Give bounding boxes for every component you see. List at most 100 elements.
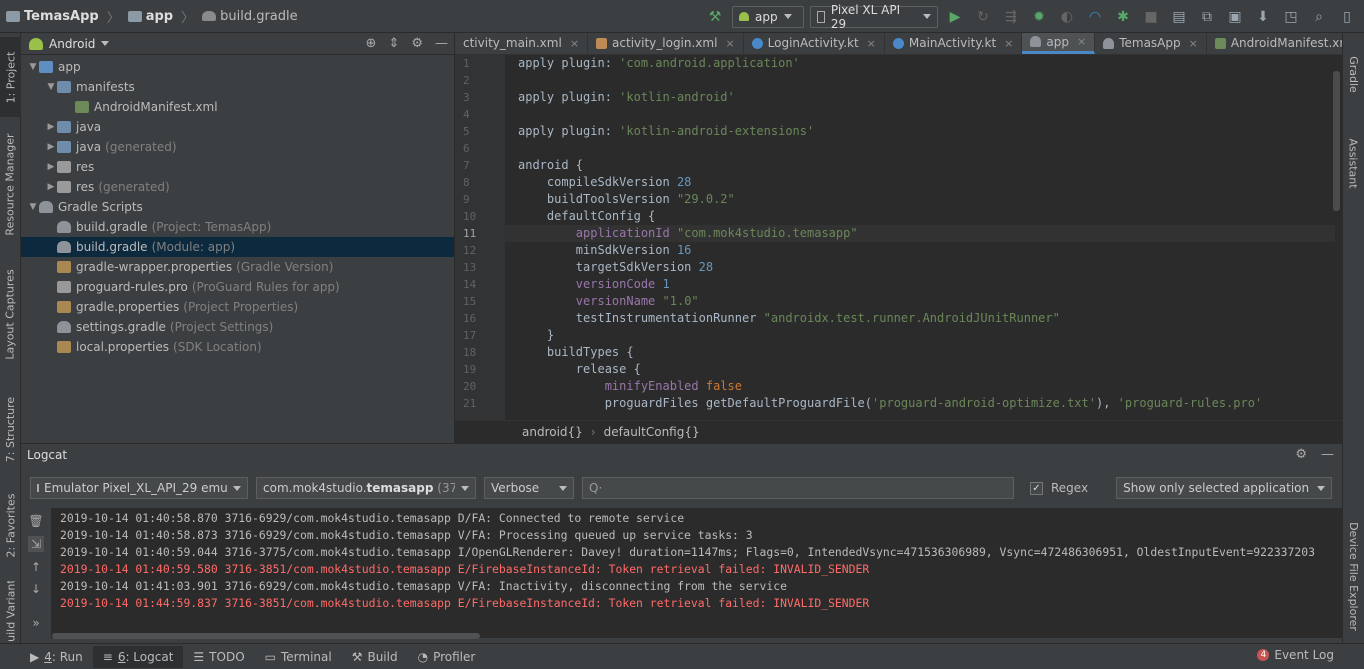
close-icon[interactable]: ×: [1077, 35, 1086, 48]
code-line[interactable]: [505, 106, 1335, 123]
chevron-down-icon[interactable]: ▼: [27, 202, 39, 212]
editor-crumb-default-config[interactable]: defaultConfig{}: [604, 425, 700, 439]
project-structure-icon[interactable]: ▤: [1168, 6, 1190, 28]
tree-item[interactable]: ▶ java (generated): [21, 137, 454, 157]
debug-icon[interactable]: ✹: [1028, 6, 1050, 28]
code-line[interactable]: versionCode 1: [505, 276, 1335, 293]
editor-scrollbar[interactable]: [1333, 71, 1340, 211]
close-icon[interactable]: ×: [570, 37, 579, 50]
tree-item[interactable]: gradle.properties (Project Properties): [21, 297, 454, 317]
tree-item[interactable]: build.gradle (Module: app): [21, 237, 454, 257]
tool-tab-device-file-explorer[interactable]: Device File Explorer: [1343, 511, 1364, 641]
project-view-select[interactable]: Android: [49, 37, 95, 51]
hide-icon[interactable]: —: [435, 36, 448, 51]
tree-item[interactable]: ▼ manifests: [21, 77, 454, 97]
code-line[interactable]: defaultConfig {: [505, 208, 1335, 225]
profile-icon[interactable]: ◠: [1084, 6, 1106, 28]
code-line[interactable]: buildTypes {: [505, 344, 1335, 361]
log-line[interactable]: 2019-10-14 01:44:59.837 3716-3851/com.mo…: [51, 595, 1342, 612]
code-line[interactable]: [505, 72, 1335, 89]
close-icon[interactable]: ×: [725, 37, 734, 50]
chevron-right-icon[interactable]: ▶: [45, 142, 57, 152]
log-line[interactable]: 2019-10-14 01:40:59.580 3716-3851/com.mo…: [51, 561, 1342, 578]
bottom-tab[interactable]: ≡ 6: Logcat: [92, 645, 184, 668]
apply-changes-icon[interactable]: ↻: [972, 6, 994, 28]
chevron-down-icon[interactable]: ▼: [45, 82, 57, 92]
search-icon[interactable]: ⌕: [1308, 6, 1330, 28]
run-config-select[interactable]: app: [732, 5, 804, 28]
code-line[interactable]: apply plugin: 'kotlin-android-extensions…: [505, 123, 1335, 140]
code-area[interactable]: apply plugin: 'com.android.application' …: [505, 55, 1335, 420]
log-line[interactable]: 2019-10-14 01:40:59.044 3716-3775/com.mo…: [51, 544, 1342, 561]
editor-tab[interactable]: app ×: [1022, 33, 1096, 54]
tool-tab-build-variants[interactable]: Build Variants: [0, 581, 21, 641]
layout-inspector-icon[interactable]: ◳: [1280, 6, 1302, 28]
editor-tab[interactable]: MainActivity.kt ×: [885, 33, 1023, 54]
chevron-down-icon[interactable]: [101, 41, 110, 46]
bottom-tab[interactable]: ▶ 4: Run: [20, 646, 93, 668]
code-line[interactable]: apply plugin: 'kotlin-android': [505, 89, 1335, 106]
gear-icon[interactable]: ⚙: [1295, 447, 1307, 462]
tool-tab-favorites[interactable]: 2: Favorites: [0, 485, 21, 565]
trash-icon[interactable]: 🗑: [28, 514, 43, 528]
locate-icon[interactable]: ⊕: [366, 36, 377, 51]
device-manager-icon[interactable]: ▯: [1336, 6, 1358, 28]
close-icon[interactable]: ×: [1189, 37, 1198, 50]
tool-tab-resource-manager[interactable]: Resource Manager: [0, 125, 21, 243]
code-line[interactable]: proguardFiles getDefaultProguardFile('pr…: [505, 395, 1335, 412]
tree-item[interactable]: local.properties (SDK Location): [21, 337, 454, 357]
logcat-horizontal-scrollbar[interactable]: [52, 633, 480, 639]
chevron-down-icon[interactable]: ▼: [27, 62, 39, 72]
breadcrumb-project[interactable]: TemasApp: [24, 9, 99, 24]
chevron-right-icon[interactable]: ▶: [45, 122, 57, 132]
tree-item[interactable]: gradle-wrapper.properties (Gradle Version…: [21, 257, 454, 277]
attach-process-icon[interactable]: ✱: [1112, 6, 1134, 28]
stop-icon[interactable]: ■: [1140, 6, 1162, 28]
code-line[interactable]: [505, 140, 1335, 157]
tree-item[interactable]: proguard-rules.pro (ProGuard Rules for ap…: [21, 277, 454, 297]
close-icon[interactable]: ×: [1004, 37, 1013, 50]
code-line[interactable]: testInstrumentationRunner "androidx.test…: [505, 310, 1335, 327]
code-line[interactable]: android {: [505, 157, 1335, 174]
code-line[interactable]: compileSdkVersion 28: [505, 174, 1335, 191]
breadcrumb-module[interactable]: app: [146, 9, 173, 24]
logcat-search-input[interactable]: Q·: [582, 477, 1014, 499]
attach-debugger-icon[interactable]: ◐: [1056, 6, 1078, 28]
hide-icon[interactable]: —: [1321, 447, 1334, 462]
regex-checkbox[interactable]: ✓: [1030, 481, 1043, 495]
avd-manager-icon[interactable]: ▣: [1224, 6, 1246, 28]
tree-item[interactable]: ▼ Gradle Scripts: [21, 197, 454, 217]
code-line[interactable]: targetSdkVersion 28: [505, 259, 1335, 276]
chevron-right-icon[interactable]: ▶: [45, 182, 57, 192]
tool-tab-project[interactable]: 1: Project: [0, 37, 21, 117]
sync-gradle-icon[interactable]: ⧉: [1196, 6, 1218, 28]
sdk-manager-icon[interactable]: ⬇: [1252, 6, 1274, 28]
tree-item[interactable]: AndroidManifest.xml: [21, 97, 454, 117]
chevron-right-icon[interactable]: ▶: [45, 162, 57, 172]
log-line[interactable]: 2019-10-14 01:40:58.870 3716-6929/com.mo…: [51, 510, 1342, 527]
bottom-tab[interactable]: ◔ Profiler: [408, 646, 486, 668]
up-arrow-icon[interactable]: ↑: [31, 560, 41, 574]
log-line[interactable]: 2019-10-14 01:40:58.873 3716-6929/com.mo…: [51, 527, 1342, 544]
bottom-tab[interactable]: ⚒ Build: [342, 646, 408, 668]
collapse-all-icon[interactable]: ⇕: [388, 36, 399, 51]
tool-tab-assistant[interactable]: Assistant: [1343, 123, 1364, 203]
scroll-to-end-icon[interactable]: ⇲: [27, 536, 45, 552]
tree-item[interactable]: ▶ java: [21, 117, 454, 137]
gear-icon[interactable]: ⚙: [411, 36, 423, 51]
log-level-select[interactable]: Verbose: [484, 477, 574, 499]
code-line[interactable]: apply plugin: 'com.android.application': [505, 55, 1335, 72]
device-select[interactable]: Emulator Pixel_XL_API_29 emula: [30, 477, 248, 499]
apply-code-changes-icon[interactable]: ⇶: [1000, 6, 1022, 28]
tree-item[interactable]: build.gradle (Project: TemasApp): [21, 217, 454, 237]
logcat-filter-select[interactable]: Show only selected application: [1116, 477, 1333, 499]
code-line[interactable]: versionName "1.0": [505, 293, 1335, 310]
breadcrumb-file[interactable]: build.gradle: [220, 9, 298, 24]
code-line[interactable]: minifyEnabled false: [505, 378, 1335, 395]
tool-tab-layout-captures[interactable]: Layout Captures: [0, 259, 21, 369]
event-log-button[interactable]: 4 Event Log: [1257, 648, 1334, 662]
code-line[interactable]: release {: [505, 361, 1335, 378]
close-icon[interactable]: ×: [867, 37, 876, 50]
editor-tab[interactable]: AndroidManifest.xml×: [1207, 33, 1342, 54]
tree-item[interactable]: settings.gradle (Project Settings): [21, 317, 454, 337]
